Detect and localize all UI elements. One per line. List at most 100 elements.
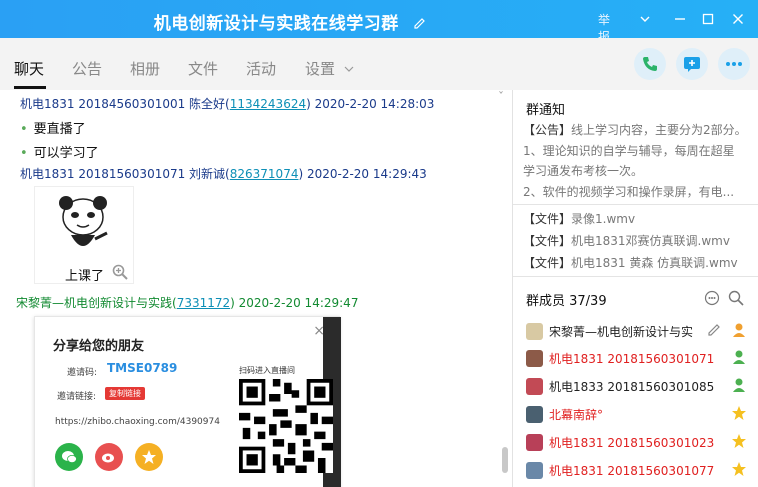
close-icon: × bbox=[313, 323, 325, 339]
wechat-icon bbox=[55, 443, 83, 471]
star-badge-icon bbox=[732, 462, 746, 476]
file-item[interactable]: 【文件】机电1831 黄森 仿真联调.wmv bbox=[523, 254, 748, 271]
sender-id-link[interactable]: 826371074 bbox=[230, 167, 299, 181]
admin-badge-icon bbox=[733, 378, 745, 392]
favorite-star-icon bbox=[135, 443, 163, 471]
member-name: 机电1831 20181560301071 bbox=[549, 351, 715, 366]
message-header: 机电1831 20181560301071 刘新诚(826371074) 202… bbox=[20, 165, 427, 182]
member-name: 北幕南辞° bbox=[549, 407, 604, 422]
avatar bbox=[526, 433, 543, 451]
message-time: ) 2020-2-20 14:28:03 bbox=[306, 97, 435, 111]
sender-name: 宋黎菁—机电创新设计与实践( bbox=[16, 296, 177, 310]
chat-scroll-thumb[interactable] bbox=[502, 447, 508, 473]
file-name: 机电1831 黄森 仿真联调.wmv bbox=[571, 256, 738, 270]
invite-code: TMSE0789 bbox=[107, 361, 178, 375]
phone-call-button[interactable] bbox=[634, 48, 666, 80]
add-chat-icon bbox=[684, 57, 700, 72]
panel-divider bbox=[512, 90, 513, 487]
member-name: 宋黎菁—机电创新设计与实 bbox=[549, 324, 694, 339]
chat-scrollbar[interactable] bbox=[500, 90, 512, 487]
chat-panel: 机电1831 20184560301001 陈全好(1134243624) 20… bbox=[0, 90, 512, 487]
zoom-in-icon[interactable] bbox=[112, 264, 128, 283]
sender-id-link[interactable]: 7331172 bbox=[177, 296, 230, 310]
share-title: 分享给您的朋友 bbox=[53, 339, 145, 354]
star-badge-icon bbox=[732, 406, 746, 420]
member-item[interactable]: 宋黎菁—机电创新设计与实 bbox=[526, 320, 751, 342]
notice-text: 线上学习内容，主要分为2部分。 bbox=[571, 123, 747, 137]
window-title: 机电创新设计与实践在线学习群 bbox=[0, 9, 580, 34]
add-message-button[interactable] bbox=[676, 48, 708, 80]
file-item[interactable]: 【文件】录像1.wmv bbox=[523, 210, 748, 227]
tab-announcement[interactable]: 公告 bbox=[72, 58, 102, 79]
tab-settings[interactable]: 设置 bbox=[305, 58, 354, 79]
dropdown-icon[interactable] bbox=[635, 9, 655, 29]
close-icon[interactable] bbox=[728, 9, 748, 29]
star-badge-icon bbox=[732, 434, 746, 448]
message-text: 要直播了 bbox=[20, 118, 86, 137]
notice-text: 1、理论知识的自学与辅导，每周在超星 bbox=[523, 144, 735, 158]
message-header: 宋黎菁—机电创新设计与实践(7331172) 2020-2-20 14:29:4… bbox=[16, 294, 358, 311]
notice-tag: 【文件】 bbox=[523, 212, 572, 226]
notice-item[interactable]: 学习通发布考核一次。 bbox=[523, 162, 748, 179]
member-name: 机电1833 20181560301085 bbox=[549, 379, 715, 394]
member-settings-icon[interactable] bbox=[704, 290, 720, 309]
sticker-caption: 上课了 bbox=[65, 269, 105, 284]
message-time: ) 2020-2-20 14:29:47 bbox=[230, 296, 359, 310]
group-name: 机电创新设计与实践在线学习群 bbox=[153, 14, 399, 34]
notice-item[interactable]: 【公告】线上学习内容，主要分为2部分。 bbox=[523, 121, 748, 138]
weibo-icon bbox=[95, 443, 123, 471]
notice-tag: 【文件】 bbox=[523, 256, 572, 270]
chevron-down-icon bbox=[344, 66, 354, 72]
tab-activity[interactable]: 活动 bbox=[246, 58, 276, 79]
maximize-icon[interactable] bbox=[698, 9, 718, 29]
avatar bbox=[526, 377, 543, 395]
minimize-icon[interactable] bbox=[670, 9, 690, 29]
admin-badge-icon bbox=[733, 350, 745, 364]
member-item[interactable]: 机电1831 20181560301077 bbox=[526, 459, 751, 481]
message-time: ) 2020-2-20 14:29:43 bbox=[298, 167, 427, 181]
active-tab-indicator bbox=[14, 86, 46, 89]
members-count: 群成员 37/39 bbox=[526, 294, 607, 309]
notice-item[interactable]: 2、软件的视频学习和操作录屏，有电... bbox=[523, 183, 748, 200]
section-divider bbox=[513, 276, 758, 277]
more-icon bbox=[726, 62, 742, 66]
invite-link-label: 邀请链接: bbox=[57, 392, 97, 402]
notice-divider bbox=[513, 204, 758, 205]
notice-tag: 【文件】 bbox=[523, 234, 572, 248]
file-name: 机电1831邓赛仿真联调.wmv bbox=[571, 234, 730, 248]
edit-icon[interactable] bbox=[707, 322, 721, 339]
tab-settings-label: 设置 bbox=[305, 60, 336, 78]
sender-id-link[interactable]: 1134243624 bbox=[230, 97, 306, 111]
message-header: 机电1831 20184560301001 陈全好(1134243624) 20… bbox=[20, 95, 434, 112]
share-card-image[interactable]: × 分享给您的朋友 邀请码: TMSE0789 邀请链接: 复制链接 https… bbox=[34, 316, 341, 487]
panda-meme-icon bbox=[59, 196, 108, 246]
phone-icon bbox=[643, 57, 657, 71]
file-name: 录像1.wmv bbox=[571, 212, 636, 226]
member-name: 机电1831 20181560301077 bbox=[549, 463, 715, 478]
owner-badge-icon bbox=[733, 323, 745, 337]
qr-code-image bbox=[239, 379, 333, 473]
avatar bbox=[526, 322, 543, 340]
notice-title: 群通知 bbox=[526, 103, 566, 118]
sender-name: 机电1831 20184560301001 陈全好( bbox=[20, 97, 230, 111]
tab-album[interactable]: 相册 bbox=[130, 58, 160, 79]
tab-files[interactable]: 文件 bbox=[188, 58, 218, 79]
member-item[interactable]: 北幕南辞° bbox=[526, 403, 751, 425]
avatar bbox=[526, 461, 543, 479]
copy-link-button: 复制链接 bbox=[105, 387, 145, 400]
notice-item[interactable]: 1、理论知识的自学与辅导，每周在超星 bbox=[523, 142, 748, 159]
invite-code-label: 邀请码: bbox=[67, 368, 98, 378]
edit-icon[interactable] bbox=[413, 14, 426, 34]
tab-chat[interactable]: 聊天 bbox=[14, 58, 44, 79]
sender-name: 机电1831 20181560301071 刘新诚( bbox=[20, 167, 230, 181]
member-item[interactable]: 机电1831 20181560301071 bbox=[526, 347, 751, 369]
avatar bbox=[526, 349, 543, 367]
member-item[interactable]: 机电1833 20181560301085 bbox=[526, 375, 751, 397]
notice-text: 学习通发布考核一次。 bbox=[523, 164, 644, 178]
share-url: https://zhibo.chaoxing.com/4390974 bbox=[55, 417, 220, 427]
notice-text: 2、软件的视频学习和操作录屏，有电... bbox=[523, 185, 735, 199]
file-item[interactable]: 【文件】机电1831邓赛仿真联调.wmv bbox=[523, 232, 748, 249]
search-icon[interactable] bbox=[728, 290, 744, 309]
more-options-button[interactable] bbox=[718, 48, 750, 80]
member-item[interactable]: 机电1831 20181560301023 bbox=[526, 431, 751, 453]
